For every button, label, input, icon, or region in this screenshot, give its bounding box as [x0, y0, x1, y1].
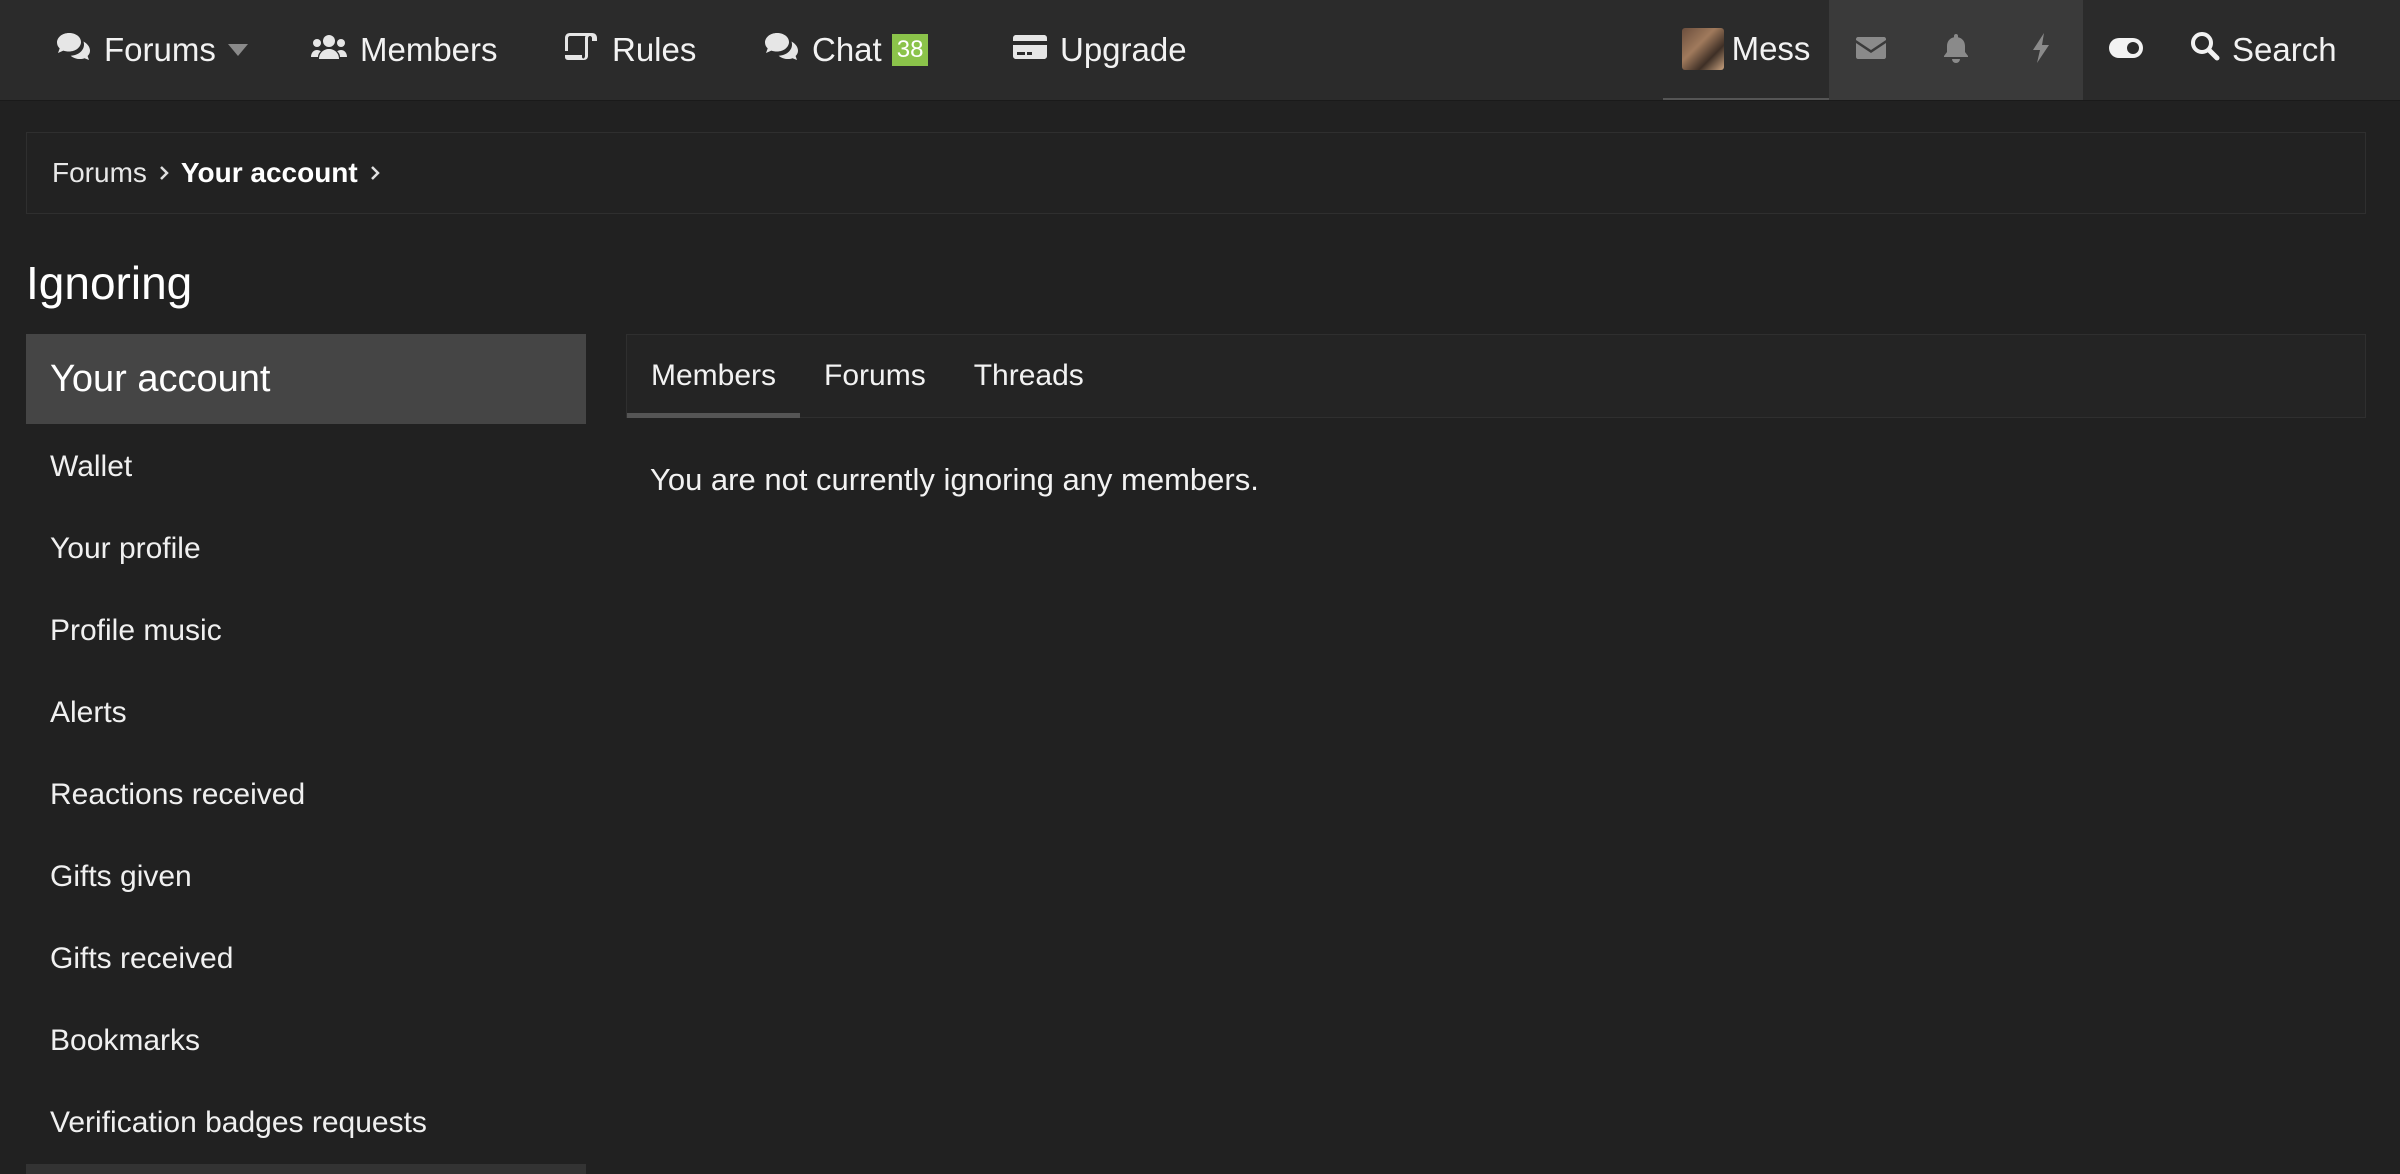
bell-icon	[1942, 33, 1970, 68]
comments-icon	[56, 31, 92, 69]
breadcrumb: Forums Your account	[26, 132, 2366, 214]
sidebar-item-reactions-received[interactable]: Reactions received	[26, 754, 586, 836]
nav-members-label: Members	[360, 31, 498, 68]
breadcrumb-forums[interactable]: Forums	[52, 157, 147, 189]
search-icon	[2190, 31, 2220, 69]
sidebar-item-profile-music[interactable]: Profile music	[26, 590, 586, 672]
chat-count-badge: 38	[891, 34, 929, 66]
whats-new-button[interactable]	[1998, 0, 2083, 100]
sidebar-item-alerts[interactable]: Alerts	[26, 672, 586, 754]
inbox-button[interactable]	[1829, 0, 1914, 100]
search-label: Search	[2232, 31, 2337, 68]
sidebar-item-your-profile[interactable]: Your profile	[26, 508, 586, 590]
nav-upgrade[interactable]: Upgrade	[1012, 0, 1187, 100]
empty-state-message: You are not currently ignoring any membe…	[650, 462, 1259, 497]
nav-rules[interactable]: Rules	[564, 0, 696, 100]
credit-card-icon	[1012, 31, 1048, 69]
sidebar-item-wallet[interactable]: Wallet	[26, 426, 586, 508]
sidebar-menu: Wallet Your profile Profile music Alerts…	[26, 426, 586, 1164]
tab-threads[interactable]: Threads	[950, 335, 1108, 417]
nav-members[interactable]: Members	[310, 0, 498, 100]
user-name: Mess	[1731, 30, 1811, 67]
sidebar-item-verification-badges-requests[interactable]: Verification badges requests	[26, 1082, 586, 1164]
breadcrumb-your-account[interactable]: Your account	[181, 157, 358, 189]
sidebar-item-bookmarks[interactable]: Bookmarks	[26, 1000, 586, 1082]
alerts-button[interactable]	[1914, 0, 1999, 100]
page-title: Ignoring	[26, 257, 193, 309]
bolt-icon	[2030, 32, 2052, 69]
scroll-icon	[564, 31, 600, 69]
nav-upgrade-label: Upgrade	[1060, 31, 1187, 68]
tab-members[interactable]: Members	[627, 335, 801, 418]
ignoring-tabs: Members Forums Threads	[626, 334, 2366, 418]
top-navigation: Forums Members Rules Chat 38 Upgrade Mes…	[0, 0, 2400, 101]
tab-forums[interactable]: Forums	[800, 335, 950, 417]
avatar	[1681, 28, 1724, 70]
sidebar-header: Your account	[26, 334, 586, 424]
user-icon-group	[1829, 0, 2083, 100]
sidebar-item-gifts-given[interactable]: Gifts given	[26, 836, 586, 918]
users-icon	[310, 31, 348, 69]
nav-forums-label: Forums	[104, 31, 216, 68]
chevron-right-icon	[358, 164, 392, 182]
chat-icon	[764, 31, 800, 69]
envelope-icon	[1855, 35, 1887, 66]
style-toggle-button[interactable]	[2083, 0, 2169, 100]
nav-rules-label: Rules	[612, 31, 697, 68]
user-menu[interactable]: Mess	[1663, 0, 1829, 100]
sidebar-item-gifts-received[interactable]: Gifts received	[26, 918, 586, 1000]
chevron-right-icon	[147, 164, 181, 182]
chevron-down-icon[interactable]	[226, 40, 250, 60]
search-button[interactable]: Search	[2190, 0, 2337, 100]
nav-forums[interactable]: Forums	[56, 0, 216, 100]
toggle-icon	[2108, 37, 2144, 64]
sidebar-next-section	[26, 1164, 586, 1174]
nav-chat-label: Chat	[812, 31, 882, 68]
nav-chat[interactable]: Chat 38	[764, 0, 929, 100]
